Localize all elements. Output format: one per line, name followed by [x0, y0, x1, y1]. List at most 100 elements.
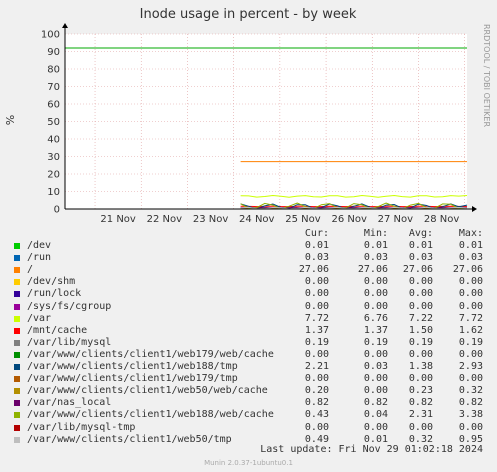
value-max: 0.82 — [458, 397, 483, 409]
legend-row: /var/lib/mysql-tmp 0.00 0.00 0.00 0.00 — [0, 422, 497, 434]
value-max: 3.38 — [458, 409, 483, 421]
y-tick-label: 60 — [47, 100, 60, 111]
value-max: 1.62 — [458, 324, 483, 336]
series-name: /var — [27, 312, 52, 324]
legend-header: Cur: Min: Avg: Max: — [0, 228, 497, 240]
legend-row: /var/www/clients/client1/web50/web/cache… — [0, 385, 497, 397]
legend-swatch — [14, 424, 20, 431]
legend-row: /var/lib/mysql 0.19 0.19 0.19 0.19 — [0, 337, 497, 349]
value-cur: 0.20 — [304, 385, 329, 397]
x-tick-label: 22 Nov — [147, 214, 183, 225]
x-tick-label: 25 Nov — [285, 214, 321, 225]
y-tick-label: 100 — [41, 30, 60, 41]
value-cur: 0.82 — [304, 397, 329, 409]
value-cur: 0.03 — [304, 252, 329, 264]
legend-row: /sys/fs/cgroup 0.00 0.00 0.00 0.00 — [0, 301, 497, 313]
y-axis-arrow — [62, 23, 68, 28]
value-max: 0.19 — [458, 336, 483, 348]
series-name: /var/www/clients/client1/web179/web/cach… — [27, 348, 274, 360]
x-tick-label: 26 Nov — [331, 214, 367, 225]
value-cur: 0.00 — [304, 373, 329, 385]
legend-swatch — [14, 243, 20, 249]
value-max: 0.00 — [458, 421, 483, 433]
column-header: Cur: — [304, 228, 329, 239]
y-tick-label: 50 — [47, 117, 60, 128]
value-cur: 7.72 — [304, 312, 329, 324]
value-cur: 0.00 — [304, 348, 329, 360]
legend-swatch — [14, 291, 20, 298]
y-tick-label: 0 — [54, 205, 60, 216]
chart: Inode usage in percent - by week RRDTOOL… — [4, 7, 491, 225]
series-name: /sys/fs/cgroup — [27, 300, 112, 312]
value-cur: 0.43 — [304, 409, 329, 421]
value-cur: 0.01 — [304, 240, 329, 251]
legend-row: /dev 0.01 0.01 0.01 0.01 — [0, 240, 497, 252]
value-max: 0.00 — [458, 300, 483, 312]
y-tick-label: 20 — [47, 170, 60, 181]
y-axis-label: % — [4, 115, 17, 125]
x-tick-label: 27 Nov — [378, 214, 414, 225]
column-header: Max: — [458, 228, 483, 239]
legend-swatch — [14, 376, 20, 383]
series-name: /var/lib/mysql-tmp — [27, 421, 136, 433]
series-name: /var/lib/mysql — [27, 336, 112, 348]
value-max: 0.03 — [458, 252, 483, 264]
legend-row: /var/www/clients/client1/web188/web/cach… — [0, 409, 497, 421]
legend-swatch — [14, 279, 20, 286]
value-cur: 1.37 — [304, 324, 329, 336]
value-cur: 27.06 — [298, 264, 329, 276]
legend-swatch — [14, 303, 20, 310]
legend-row: /27.06 27.06 27.06 27.06 — [0, 264, 497, 276]
value-cur: 0.00 — [304, 300, 329, 312]
series-name: /dev — [27, 240, 52, 251]
y-tick-label: 80 — [47, 65, 60, 76]
chart-title: Inode usage in percent - by week — [140, 7, 357, 22]
y-tick-label: 90 — [47, 47, 60, 58]
series-name: /dev/shm — [27, 276, 76, 288]
legend-row: /var/www/clients/client1/web188/tmp 2.21 0… — [0, 361, 497, 373]
y-tick-label: 30 — [47, 152, 60, 163]
x-axis-arrow — [472, 206, 477, 212]
series-name: /var/www/clients/client1/web188/web/cach… — [27, 409, 274, 421]
series-name: /run/lock — [27, 288, 82, 300]
x-tick-label: 21 Nov — [100, 214, 136, 225]
value-cur: 0.00 — [304, 288, 329, 300]
series-name: /mnt/cache — [27, 324, 88, 336]
legend-swatch — [14, 388, 20, 395]
series-name: /var/nas_local — [27, 397, 112, 409]
legend-swatch — [14, 255, 20, 262]
legend-swatch — [14, 267, 20, 274]
series-name: /var/www/clients/client1/web50/tmp — [27, 433, 232, 445]
y-tick-label: 40 — [47, 135, 60, 146]
legend-row: /run 0.03 0.03 0.03 0.03 — [0, 252, 497, 264]
legend-swatch — [14, 412, 20, 419]
series-name: / — [27, 264, 34, 276]
value-max: 0.00 — [458, 348, 483, 360]
last-update: Last update: Fri Nov 29 01:02:18 2024 — [260, 444, 483, 455]
series-name: /var/www/clients/client1/web179/tmp — [27, 373, 238, 385]
legend-row: /var/www/clients/client1/web179/web/cach… — [0, 349, 497, 361]
legend-swatch — [14, 315, 20, 322]
legend-row: /run/lock 0.00 0.00 0.00 0.00 — [0, 288, 497, 300]
value-max: 0.01 — [458, 240, 483, 251]
version-label: Munin 2.0.37-1ubuntu0.1 — [204, 459, 293, 467]
legend-swatch — [14, 364, 20, 370]
value-max: 27.06 — [452, 264, 483, 276]
legend-row: /var/www/clients/client1/web179/tmp 0.00 0… — [0, 373, 497, 385]
legend-row: /var 7.72 6.76 7.22 7.72 — [0, 313, 497, 325]
y-tick-label: 10 — [47, 187, 60, 198]
value-cur: 0.19 — [304, 336, 329, 348]
legend-swatch — [14, 327, 20, 334]
side-credit: RRDTOOL / TOBI OETIKER — [482, 24, 491, 127]
value-cur: 0.00 — [304, 421, 329, 433]
value-max: 2.93 — [458, 361, 483, 372]
legend-row: /var/nas_local 0.82 0.82 0.82 0.82 — [0, 397, 497, 409]
series-name: /run — [27, 252, 52, 264]
value-max: 0.00 — [458, 373, 483, 385]
legend-row: /dev/shm 0.00 0.00 0.00 0.00 — [0, 276, 497, 288]
value-cur: 0.00 — [304, 276, 329, 288]
x-tick-label: 24 Nov — [239, 214, 275, 225]
x-tick-label: 23 Nov — [193, 214, 229, 225]
legend-swatch — [14, 351, 20, 358]
value-cur: 2.21 — [304, 361, 329, 372]
